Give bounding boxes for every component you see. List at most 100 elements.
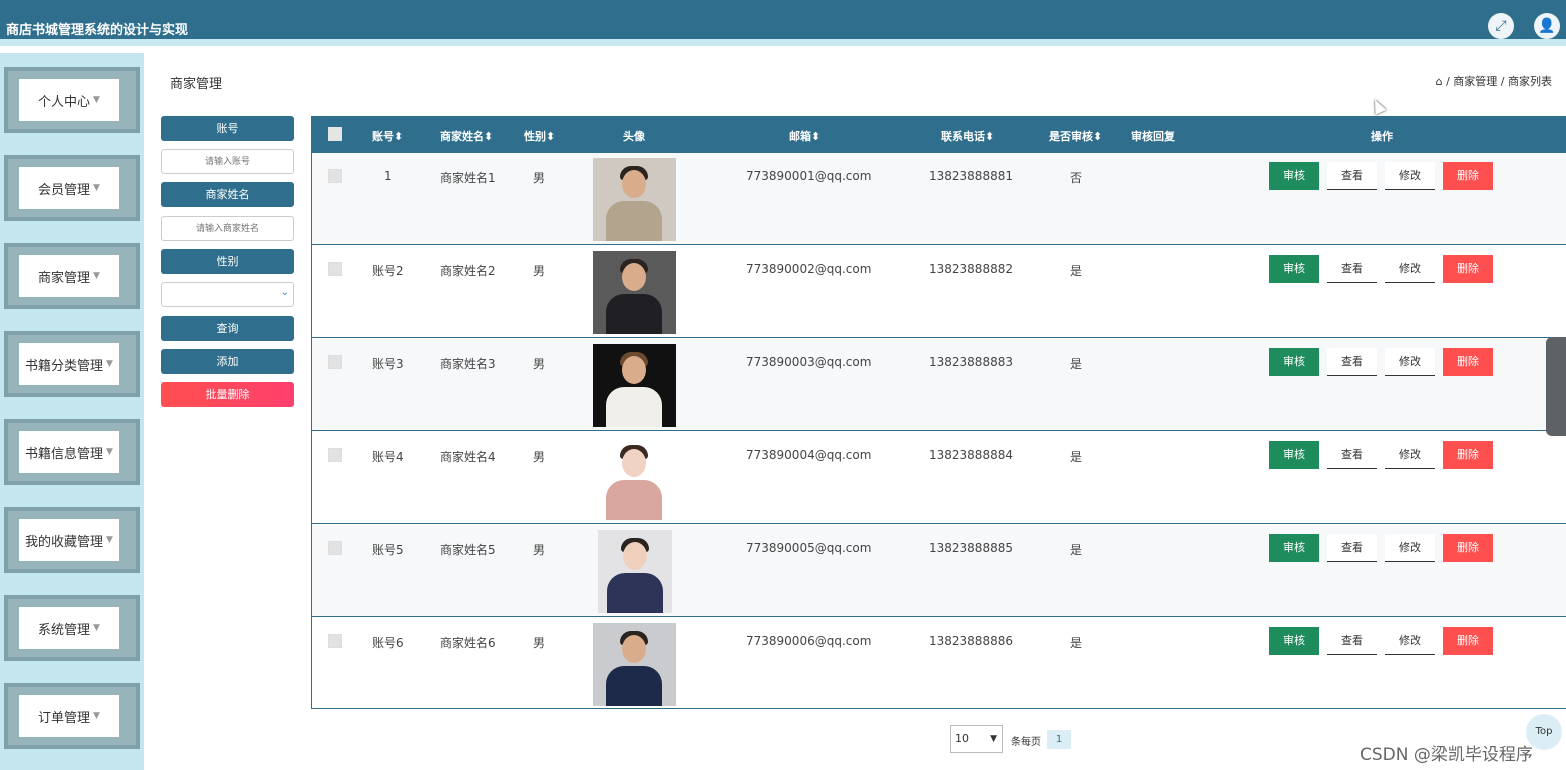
table-row: 账号4 商家姓名4 男 773890004@qq.com 13823888884… bbox=[312, 432, 1566, 524]
page-number-button[interactable]: 1 bbox=[1047, 730, 1071, 749]
sidebar-item-system[interactable]: 系统管理 ▼ bbox=[4, 595, 140, 661]
user-icon[interactable]: 👤 bbox=[1534, 13, 1560, 39]
chevron-down-icon: ▼ bbox=[990, 734, 997, 744]
email-cell: 773890006@qq.com bbox=[746, 634, 872, 648]
view-button[interactable]: 查看 bbox=[1327, 441, 1377, 469]
delete-button[interactable]: 删除 bbox=[1443, 348, 1493, 376]
sidebar-item-label: 个人中心 bbox=[38, 94, 91, 110]
table-row: 账号6 商家姓名6 男 773890006@qq.com 13823888886… bbox=[312, 618, 1566, 710]
audit-button[interactable]: 审核 bbox=[1269, 255, 1319, 283]
sidebar-item-book-categories[interactable]: 书籍分类管理 ▼ bbox=[4, 331, 140, 397]
header-audited[interactable]: 是否审核⬍ bbox=[1049, 128, 1102, 144]
page-size-value: 10 bbox=[955, 732, 969, 745]
header-account[interactable]: 账号⬍ bbox=[372, 128, 403, 144]
audited-cell: 否 bbox=[1070, 171, 1083, 185]
table-row: 账号3 商家姓名3 男 773890003@qq.com 13823888883… bbox=[312, 339, 1566, 431]
audited-cell: 是 bbox=[1070, 636, 1083, 650]
account-cell: 账号5 bbox=[372, 543, 404, 557]
header-email[interactable]: 邮箱⬍ bbox=[789, 128, 820, 144]
fullscreen-icon[interactable]: ⤢ bbox=[1488, 13, 1514, 39]
email-cell: 773890005@qq.com bbox=[746, 541, 872, 555]
page-size-select[interactable]: 10 ▼ bbox=[950, 725, 1003, 753]
merchant-name-cell: 商家姓名5 bbox=[440, 543, 496, 557]
avatar bbox=[593, 251, 676, 334]
edit-button[interactable]: 修改 bbox=[1385, 348, 1435, 376]
add-button[interactable]: 添加 bbox=[161, 349, 294, 374]
sidebar-item-orders[interactable]: 订单管理 ▼ bbox=[4, 683, 140, 749]
audit-button[interactable]: 审核 bbox=[1269, 534, 1319, 562]
delete-button[interactable]: 删除 bbox=[1443, 441, 1493, 469]
breadcrumb-item[interactable]: 商家管理 bbox=[1453, 75, 1497, 88]
account-cell: 账号2 bbox=[372, 264, 404, 278]
select-all-checkbox[interactable] bbox=[328, 127, 342, 141]
gender-cell: 男 bbox=[533, 543, 546, 557]
sidebar-item-label: 我的收藏管理 bbox=[25, 534, 104, 550]
sidebar-item-members[interactable]: 会员管理 ▼ bbox=[4, 155, 140, 221]
row-checkbox[interactable] bbox=[328, 541, 342, 555]
view-button[interactable]: 查看 bbox=[1327, 534, 1377, 562]
chevron-down-icon: ⌄ bbox=[280, 287, 289, 298]
view-button[interactable]: 查看 bbox=[1327, 348, 1377, 376]
edit-button[interactable]: 修改 bbox=[1385, 534, 1435, 562]
header-merchant-name[interactable]: 商家姓名⬍ bbox=[440, 128, 493, 144]
gender-select[interactable]: ⌄ bbox=[161, 282, 294, 307]
audited-cell: 是 bbox=[1070, 264, 1083, 278]
edit-button[interactable]: 修改 bbox=[1385, 627, 1435, 655]
view-button[interactable]: 查看 bbox=[1327, 627, 1377, 655]
account-label: 账号 bbox=[161, 116, 294, 141]
gender-cell: 男 bbox=[533, 171, 546, 185]
view-button[interactable]: 查看 bbox=[1327, 255, 1377, 283]
audit-button[interactable]: 审核 bbox=[1269, 627, 1319, 655]
row-checkbox[interactable] bbox=[328, 169, 342, 183]
audit-button[interactable]: 审核 bbox=[1269, 348, 1319, 376]
sidebar-item-book-info[interactable]: 书籍信息管理 ▼ bbox=[4, 419, 140, 485]
merchant-name-cell: 商家姓名1 bbox=[440, 171, 496, 185]
delete-button[interactable]: 删除 bbox=[1443, 627, 1493, 655]
view-button[interactable]: 查看 bbox=[1327, 162, 1377, 190]
merchant-name-input[interactable] bbox=[161, 216, 294, 241]
gender-cell: 男 bbox=[533, 264, 546, 278]
sidebar-item-favorites[interactable]: 我的收藏管理 ▼ bbox=[4, 507, 140, 573]
sort-icon: ⬍ bbox=[1093, 130, 1103, 143]
delete-button[interactable]: 删除 bbox=[1443, 255, 1493, 283]
sidebar-item-personal-center[interactable]: 个人中心 ▼ bbox=[4, 67, 140, 133]
account-input[interactable] bbox=[161, 149, 294, 174]
email-cell: 773890004@qq.com bbox=[746, 448, 872, 462]
audit-button[interactable]: 审核 bbox=[1269, 162, 1319, 190]
home-icon[interactable]: ⌂ bbox=[1436, 75, 1443, 88]
sidebar-item-label: 商家管理 bbox=[38, 270, 91, 286]
caret-down-icon: ▼ bbox=[93, 95, 100, 105]
side-drawer-handle[interactable] bbox=[1546, 337, 1566, 436]
table-header: 账号⬍ 商家姓名⬍ 性别⬍ 头像 邮箱⬍ 联系电话⬍ 是否审核⬍ 审核回复 操作 bbox=[312, 116, 1566, 153]
sidebar-item-merchants[interactable]: 商家管理 ▼ bbox=[4, 243, 140, 309]
sidebar-item-label: 书籍信息管理 bbox=[25, 446, 104, 462]
header-gender[interactable]: 性别⬍ bbox=[524, 128, 555, 144]
header-phone[interactable]: 联系电话⬍ bbox=[941, 128, 994, 144]
audit-button[interactable]: 审核 bbox=[1269, 441, 1319, 469]
audited-cell: 是 bbox=[1070, 543, 1083, 557]
gender-cell: 男 bbox=[533, 450, 546, 464]
batch-delete-button[interactable]: 批量删除 bbox=[161, 382, 294, 407]
account-cell: 账号3 bbox=[372, 357, 404, 371]
row-checkbox[interactable] bbox=[328, 262, 342, 276]
edit-button[interactable]: 修改 bbox=[1385, 162, 1435, 190]
gender-label: 性别 bbox=[161, 249, 294, 274]
edit-button[interactable]: 修改 bbox=[1385, 441, 1435, 469]
row-checkbox[interactable] bbox=[328, 634, 342, 648]
merchant-name-label: 商家姓名 bbox=[161, 182, 294, 207]
phone-cell: 13823888884 bbox=[929, 448, 1013, 462]
sidebar-item-label: 会员管理 bbox=[38, 182, 91, 198]
caret-down-icon: ▼ bbox=[106, 359, 113, 369]
delete-button[interactable]: 删除 bbox=[1443, 534, 1493, 562]
query-button[interactable]: 查询 bbox=[161, 316, 294, 341]
header-audit-reply: 审核回复 bbox=[1131, 130, 1175, 143]
audited-cell: 是 bbox=[1070, 357, 1083, 371]
row-checkbox[interactable] bbox=[328, 448, 342, 462]
breadcrumb-item: 商家列表 bbox=[1508, 75, 1552, 88]
breadcrumb: ⌂ / 商家管理 / 商家列表 bbox=[1435, 75, 1552, 88]
email-cell: 773890003@qq.com bbox=[746, 355, 872, 369]
merchant-name-cell: 商家姓名2 bbox=[440, 264, 496, 278]
delete-button[interactable]: 删除 bbox=[1443, 162, 1493, 190]
row-checkbox[interactable] bbox=[328, 355, 342, 369]
edit-button[interactable]: 修改 bbox=[1385, 255, 1435, 283]
